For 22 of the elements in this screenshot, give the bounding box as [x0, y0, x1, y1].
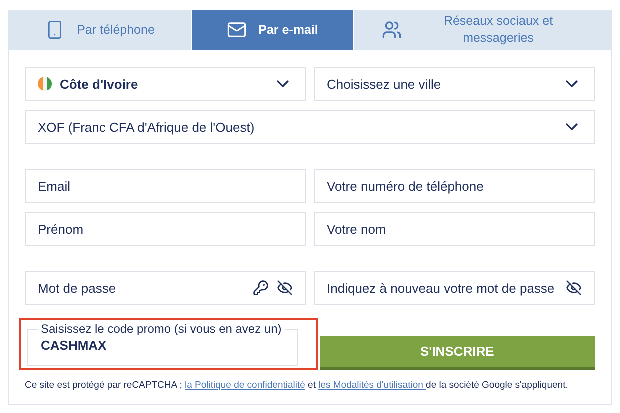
eye-off-icon[interactable] [277, 280, 293, 296]
recaptcha-notice: Ce site est protégé par reCAPTCHA ; la Politique de confidentialité et les Modalités d'utilisation de la société Google s'appliquent. [25, 379, 570, 392]
input-field[interactable]: Votre numéro de téléphone [314, 169, 595, 203]
password-field[interactable]: Indiquez à nouveau votre mot de passe [314, 271, 595, 305]
select-field[interactable]: Côte d'Ivoire [25, 67, 306, 101]
tab[interactable]: Par téléphone [9, 10, 191, 50]
promo-label: Saisissez le code promo (si vous en avez un) [40, 322, 283, 336]
select-field[interactable]: XOF (Franc CFA d'Afrique de l'Ouest) [25, 110, 595, 144]
input-field[interactable]: Prénom [25, 212, 306, 246]
input-field[interactable]: Email [25, 169, 306, 203]
people-icon [382, 20, 402, 40]
promo-value: CASHMAX [40, 338, 108, 353]
input-field[interactable]: Votre nom [314, 212, 595, 246]
password-field[interactable]: Mot de passe [25, 271, 306, 305]
mail-icon [226, 20, 247, 40]
tab[interactable]: Par e-mail [191, 10, 353, 50]
policy-link[interactable]: les Modalités d'utilisation [318, 380, 426, 391]
policy-link[interactable]: la Politique de confidentialité [184, 380, 306, 391]
select-field[interactable]: Choisissez une ville [314, 67, 595, 101]
tab[interactable]: Réseaux sociaux et messageries [353, 10, 611, 50]
promo-code-field[interactable]: Saisissez le code promo (si vous en avez un) CASHMAX [27, 322, 298, 366]
eye-off-icon[interactable] [566, 280, 582, 296]
